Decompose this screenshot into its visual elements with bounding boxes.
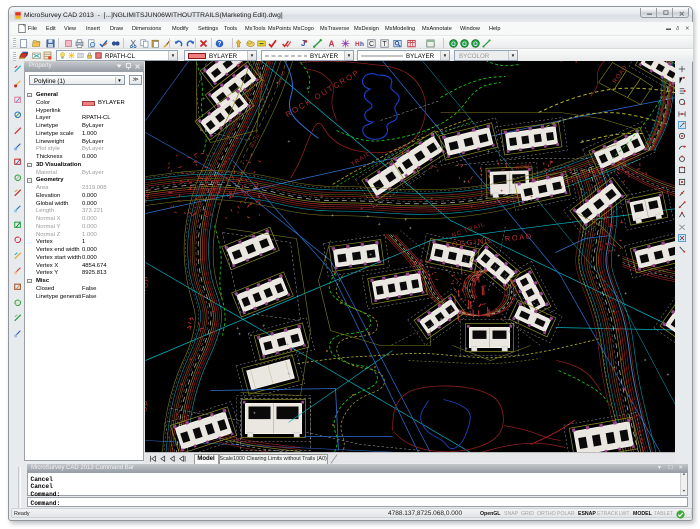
svg-text:J: J xyxy=(301,39,305,48)
svg-text:O: O xyxy=(462,42,467,48)
svg-text:O: O xyxy=(473,42,478,48)
svg-text:A: A xyxy=(329,39,335,48)
svg-text:T: T xyxy=(382,41,387,48)
svg-text:O: O xyxy=(451,42,456,48)
svg-text:C: C xyxy=(369,41,374,48)
svg-text:h: h xyxy=(360,41,364,48)
svg-text:?: ? xyxy=(218,42,222,48)
